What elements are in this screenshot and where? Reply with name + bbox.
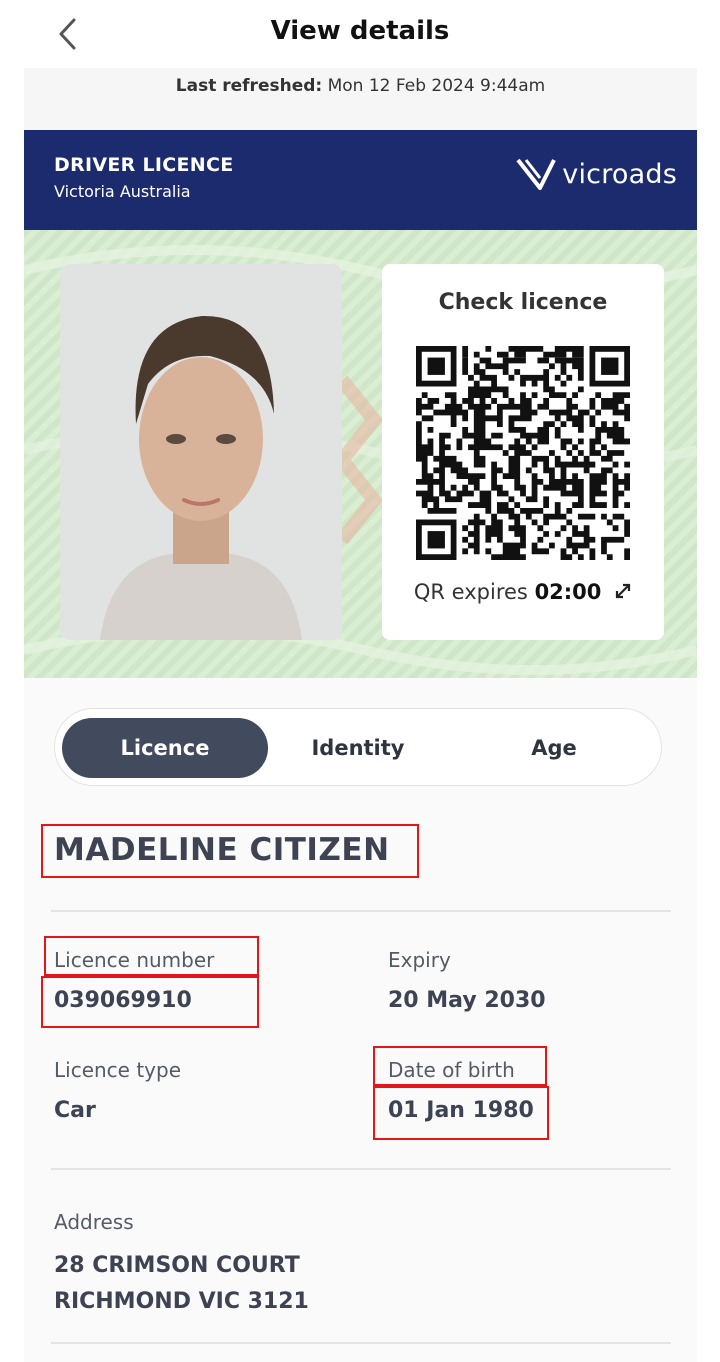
last-refreshed-bar: Last refreshed: Mon 12 Feb 2024 9:44am <box>24 68 697 130</box>
last-refreshed-value: Mon 12 Feb 2024 9:44am <box>327 76 546 96</box>
qr-expiry-label: QR expires <box>413 580 528 604</box>
divider <box>51 1342 671 1344</box>
card-subtitle: Victoria Australia <box>54 182 191 201</box>
qr-modules <box>416 346 630 560</box>
qr-expiry-countdown: 02:00 <box>534 580 602 604</box>
tab-licence[interactable]: Licence <box>62 718 268 778</box>
highlight-licence-number-value <box>41 976 259 1028</box>
licence-card-header: DRIVER LICENCE Victoria Australia vicroa… <box>24 130 697 230</box>
vicroads-logo-mark-icon <box>516 158 557 190</box>
licence-details: Licence Identity Age MADELINE CITIZEN Li… <box>24 678 697 1362</box>
divider <box>51 910 671 912</box>
detail-tabs: Licence Identity Age <box>54 708 662 786</box>
qr-finder-pattern <box>589 346 630 387</box>
licence-card-body: Check licence QR expires 02:00 <box>24 230 697 678</box>
tab-identity[interactable]: Identity <box>255 718 461 778</box>
highlight-name <box>41 824 419 878</box>
vicroads-logo-text: vicroads <box>562 158 677 190</box>
tab-age[interactable]: Age <box>451 718 657 778</box>
expiry-label: Expiry <box>388 948 451 972</box>
holder-photo <box>60 264 342 640</box>
address-label: Address <box>54 1210 134 1234</box>
address-line-1: 28 CRIMSON COURT <box>54 1253 300 1278</box>
last-refreshed-label: Last refreshed: <box>175 76 323 96</box>
address-line-2: RICHMOND VIC 3121 <box>54 1289 309 1314</box>
highlight-licence-number-label <box>44 936 259 976</box>
qr-code[interactable] <box>416 346 630 560</box>
portrait-image <box>60 264 342 640</box>
licence-type-label: Licence type <box>54 1058 182 1082</box>
qr-finder-pattern <box>416 346 457 387</box>
divider <box>51 1168 671 1170</box>
top-bar: View details <box>0 0 720 68</box>
qr-panel-title: Check licence <box>438 290 608 315</box>
highlight-dob-label <box>373 1046 547 1086</box>
qr-expiry[interactable]: QR expires 02:00 <box>382 580 664 604</box>
licence-type-value: Car <box>54 1098 96 1123</box>
check-licence-panel: Check licence QR expires 02:00 <box>382 264 664 640</box>
card-title: DRIVER LICENCE <box>54 154 234 176</box>
highlight-dob-value <box>373 1086 549 1140</box>
expand-diagonal-icon[interactable] <box>614 582 632 600</box>
page-title: View details <box>270 16 450 46</box>
qr-finder-pattern <box>416 519 457 560</box>
expiry-value: 20 May 2030 <box>388 988 546 1013</box>
vicroads-logo: vicroads <box>514 152 677 196</box>
